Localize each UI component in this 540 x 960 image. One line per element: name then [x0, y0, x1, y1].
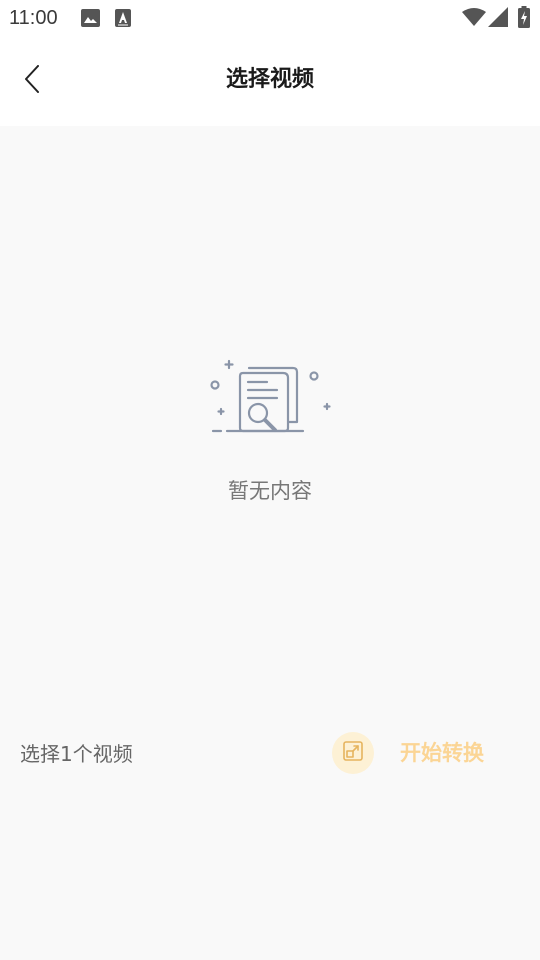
document-search-icon	[205, 358, 335, 442]
battery-charging-icon	[518, 6, 530, 32]
empty-state-message: 暂无内容	[228, 479, 312, 503]
signal-icon	[488, 7, 508, 31]
image-icon	[81, 9, 100, 31]
font-app-icon	[115, 9, 131, 31]
wifi-icon	[462, 7, 486, 31]
expand-box-icon	[342, 740, 364, 766]
content-area: 暂无内容 选择1个视频 开始转换	[0, 126, 540, 960]
start-convert-button[interactable]: 开始转换	[392, 736, 492, 770]
convert-icon-button[interactable]	[332, 732, 374, 774]
status-bar: 11:00	[0, 0, 540, 36]
app-bar: 选择视频	[0, 36, 540, 126]
status-time: 11:00	[9, 7, 58, 29]
page-title: 选择视频	[225, 67, 314, 92]
selection-count-label: 选择1个视频	[20, 742, 133, 766]
